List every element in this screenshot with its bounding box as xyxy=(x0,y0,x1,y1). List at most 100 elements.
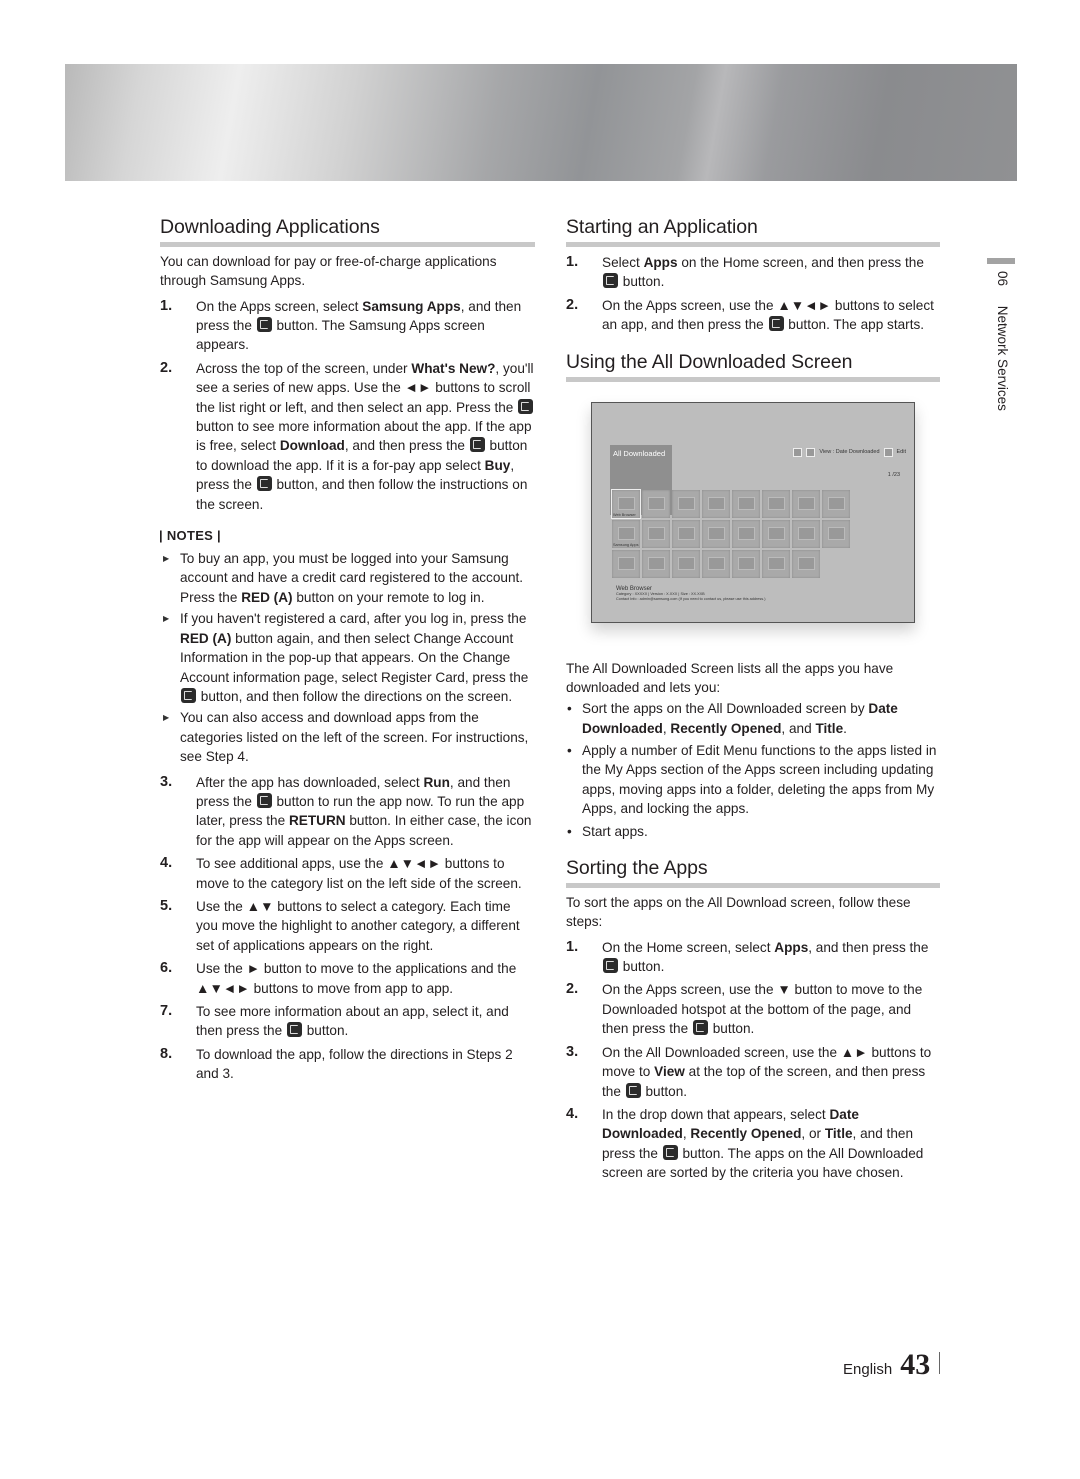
app-tile-label: Web Browser xyxy=(613,512,636,517)
emphasis: Run xyxy=(423,774,450,790)
enter-button-icon xyxy=(692,1020,708,1036)
app-tile xyxy=(672,549,700,578)
emphasis: RETURN xyxy=(288,813,346,829)
edit-icon xyxy=(883,447,893,457)
enter-button-icon xyxy=(469,437,485,453)
starting-steps: 1. Select Apps on the Home screen, and th… xyxy=(566,253,940,335)
app-tile xyxy=(792,489,820,518)
step-number: 5. xyxy=(160,897,173,914)
sorting-intro: To sort the apps on the All Download scr… xyxy=(566,895,911,930)
app-tile xyxy=(822,519,850,548)
emphasis: Samsung Apps xyxy=(362,298,461,314)
all-downloaded-intro: The All Downloaded Screen lists all the … xyxy=(566,660,894,695)
app-tile-label: Samsung Apps xyxy=(613,542,639,547)
page-number: 43 xyxy=(900,1348,931,1381)
view-label: View : Date Downloaded xyxy=(819,449,880,456)
app-tile xyxy=(762,549,790,578)
app-tile xyxy=(702,549,730,578)
list-item: 2. On the Apps screen, use the ▼ button t… xyxy=(566,981,923,1037)
app-tile xyxy=(642,549,670,578)
list-item: 3. On the All Downloaded screen, use the … xyxy=(566,1043,932,1099)
footer-divider xyxy=(939,1352,941,1374)
enter-button-icon xyxy=(662,1144,678,1160)
emphasis: What's New? xyxy=(411,360,496,376)
downloading-intro: You can download for pay or free-of-char… xyxy=(160,254,497,289)
step-number: 1. xyxy=(160,297,173,314)
step-number: 1. xyxy=(566,254,579,270)
list-item: If you haven't registered a card, after … xyxy=(160,609,535,706)
downloading-steps-continued: 3. After the app has downloaded, select R… xyxy=(160,773,535,1084)
sorting-steps: 1. On the Home screen, select Apps, and t… xyxy=(566,938,940,1183)
user-icon xyxy=(793,447,803,457)
section-heading-sorting: Sorting the Apps xyxy=(566,855,940,889)
emphasis: Buy xyxy=(484,457,511,473)
notes-label: | NOTES | xyxy=(159,528,221,544)
step-number: 6. xyxy=(160,960,173,977)
section-heading-all-downloaded: Using the All Downloaded Screen xyxy=(566,349,940,382)
page-footer: English 43 xyxy=(843,1348,941,1382)
enter-button-icon xyxy=(603,958,618,974)
chapter-title: Network Services xyxy=(995,305,1010,411)
list-item: 1. Select Apps on the Home screen, and th… xyxy=(566,254,924,290)
emphasis: Title xyxy=(815,720,844,736)
step-number: 2. xyxy=(160,359,173,376)
app-tile xyxy=(792,519,820,548)
emphasis: Apps xyxy=(774,939,809,955)
chapter-tab xyxy=(987,258,1015,264)
emphasis: Apps xyxy=(643,255,678,270)
header-banner xyxy=(65,64,1017,181)
chapter-label: 06 Network Services xyxy=(995,271,1010,411)
step-number: 4. xyxy=(160,855,173,872)
enter-button-icon xyxy=(518,398,534,414)
emphasis: Recently Opened xyxy=(690,1126,802,1142)
enter-button-icon xyxy=(256,317,272,332)
app-tile: Samsung Apps xyxy=(612,519,640,548)
enter-button-icon xyxy=(603,273,618,289)
section-heading-downloading: Downloading Applications xyxy=(160,214,535,247)
app-tile xyxy=(732,549,760,578)
emphasis: View xyxy=(654,1064,685,1080)
app-tile xyxy=(672,489,700,518)
app-tile xyxy=(732,489,760,518)
notes-list: To buy an app, you must be logged into y… xyxy=(160,549,535,766)
emphasis: Download xyxy=(279,438,345,454)
list-item: 3. After the app has downloaded, select R… xyxy=(160,773,532,848)
view-icon xyxy=(806,447,816,457)
all-downloaded-screenshot: All Downloaded View : Date Downloaded Ed… xyxy=(591,401,915,623)
app-tile xyxy=(732,519,760,548)
list-item: 5. Use the ▲▼ buttons to select a categor… xyxy=(160,897,520,953)
app-info: Web Browser Category : XXXXX | Version :… xyxy=(616,586,765,602)
list-item: 4. To see additional apps, use the ▲▼◄► b… xyxy=(160,855,522,891)
app-tile xyxy=(702,519,730,548)
list-item: 7. To see more information about an app, … xyxy=(160,1003,509,1039)
step-number: 2. xyxy=(566,296,579,313)
all-downloaded-bullets: Sort the apps on the All Downloaded scre… xyxy=(566,699,940,841)
step-number: 4. xyxy=(566,1105,579,1122)
step-number: 8. xyxy=(160,1045,173,1062)
app-tile xyxy=(762,489,790,518)
emphasis: RED (A) xyxy=(180,630,232,646)
step-number: 3. xyxy=(566,1043,579,1060)
app-tile xyxy=(702,489,730,518)
app-grid: Web Browser Samsung Apps xyxy=(611,488,850,578)
footer-language: English xyxy=(843,1361,893,1378)
app-tile xyxy=(792,549,820,578)
list-item: 1. On the Apps screen, select Samsung App… xyxy=(160,297,522,353)
right-column: Starting an Application 1. Select Apps on… xyxy=(566,214,940,1187)
list-item: 8. To download the app, follow the direct… xyxy=(160,1045,513,1082)
app-tile xyxy=(822,489,850,518)
list-item: Sort the apps on the All Downloaded scre… xyxy=(566,699,940,738)
enter-button-icon xyxy=(286,1022,302,1038)
enter-button-icon xyxy=(181,687,196,703)
app-tile xyxy=(612,549,640,578)
view-bar: View : Date Downloaded Edit xyxy=(793,447,906,457)
list-item: Apply a number of Edit Menu functions to… xyxy=(566,741,940,819)
pager: 1 /23 xyxy=(887,471,900,478)
list-item: 6. Use the ► button to move to the applic… xyxy=(160,960,517,996)
enter-button-icon xyxy=(256,476,272,492)
enter-button-icon xyxy=(625,1082,641,1098)
section-heading-starting: Starting an Application xyxy=(566,214,940,247)
step-number: 3. xyxy=(160,773,173,790)
app-tile xyxy=(642,519,670,548)
emphasis: Title xyxy=(824,1126,853,1142)
